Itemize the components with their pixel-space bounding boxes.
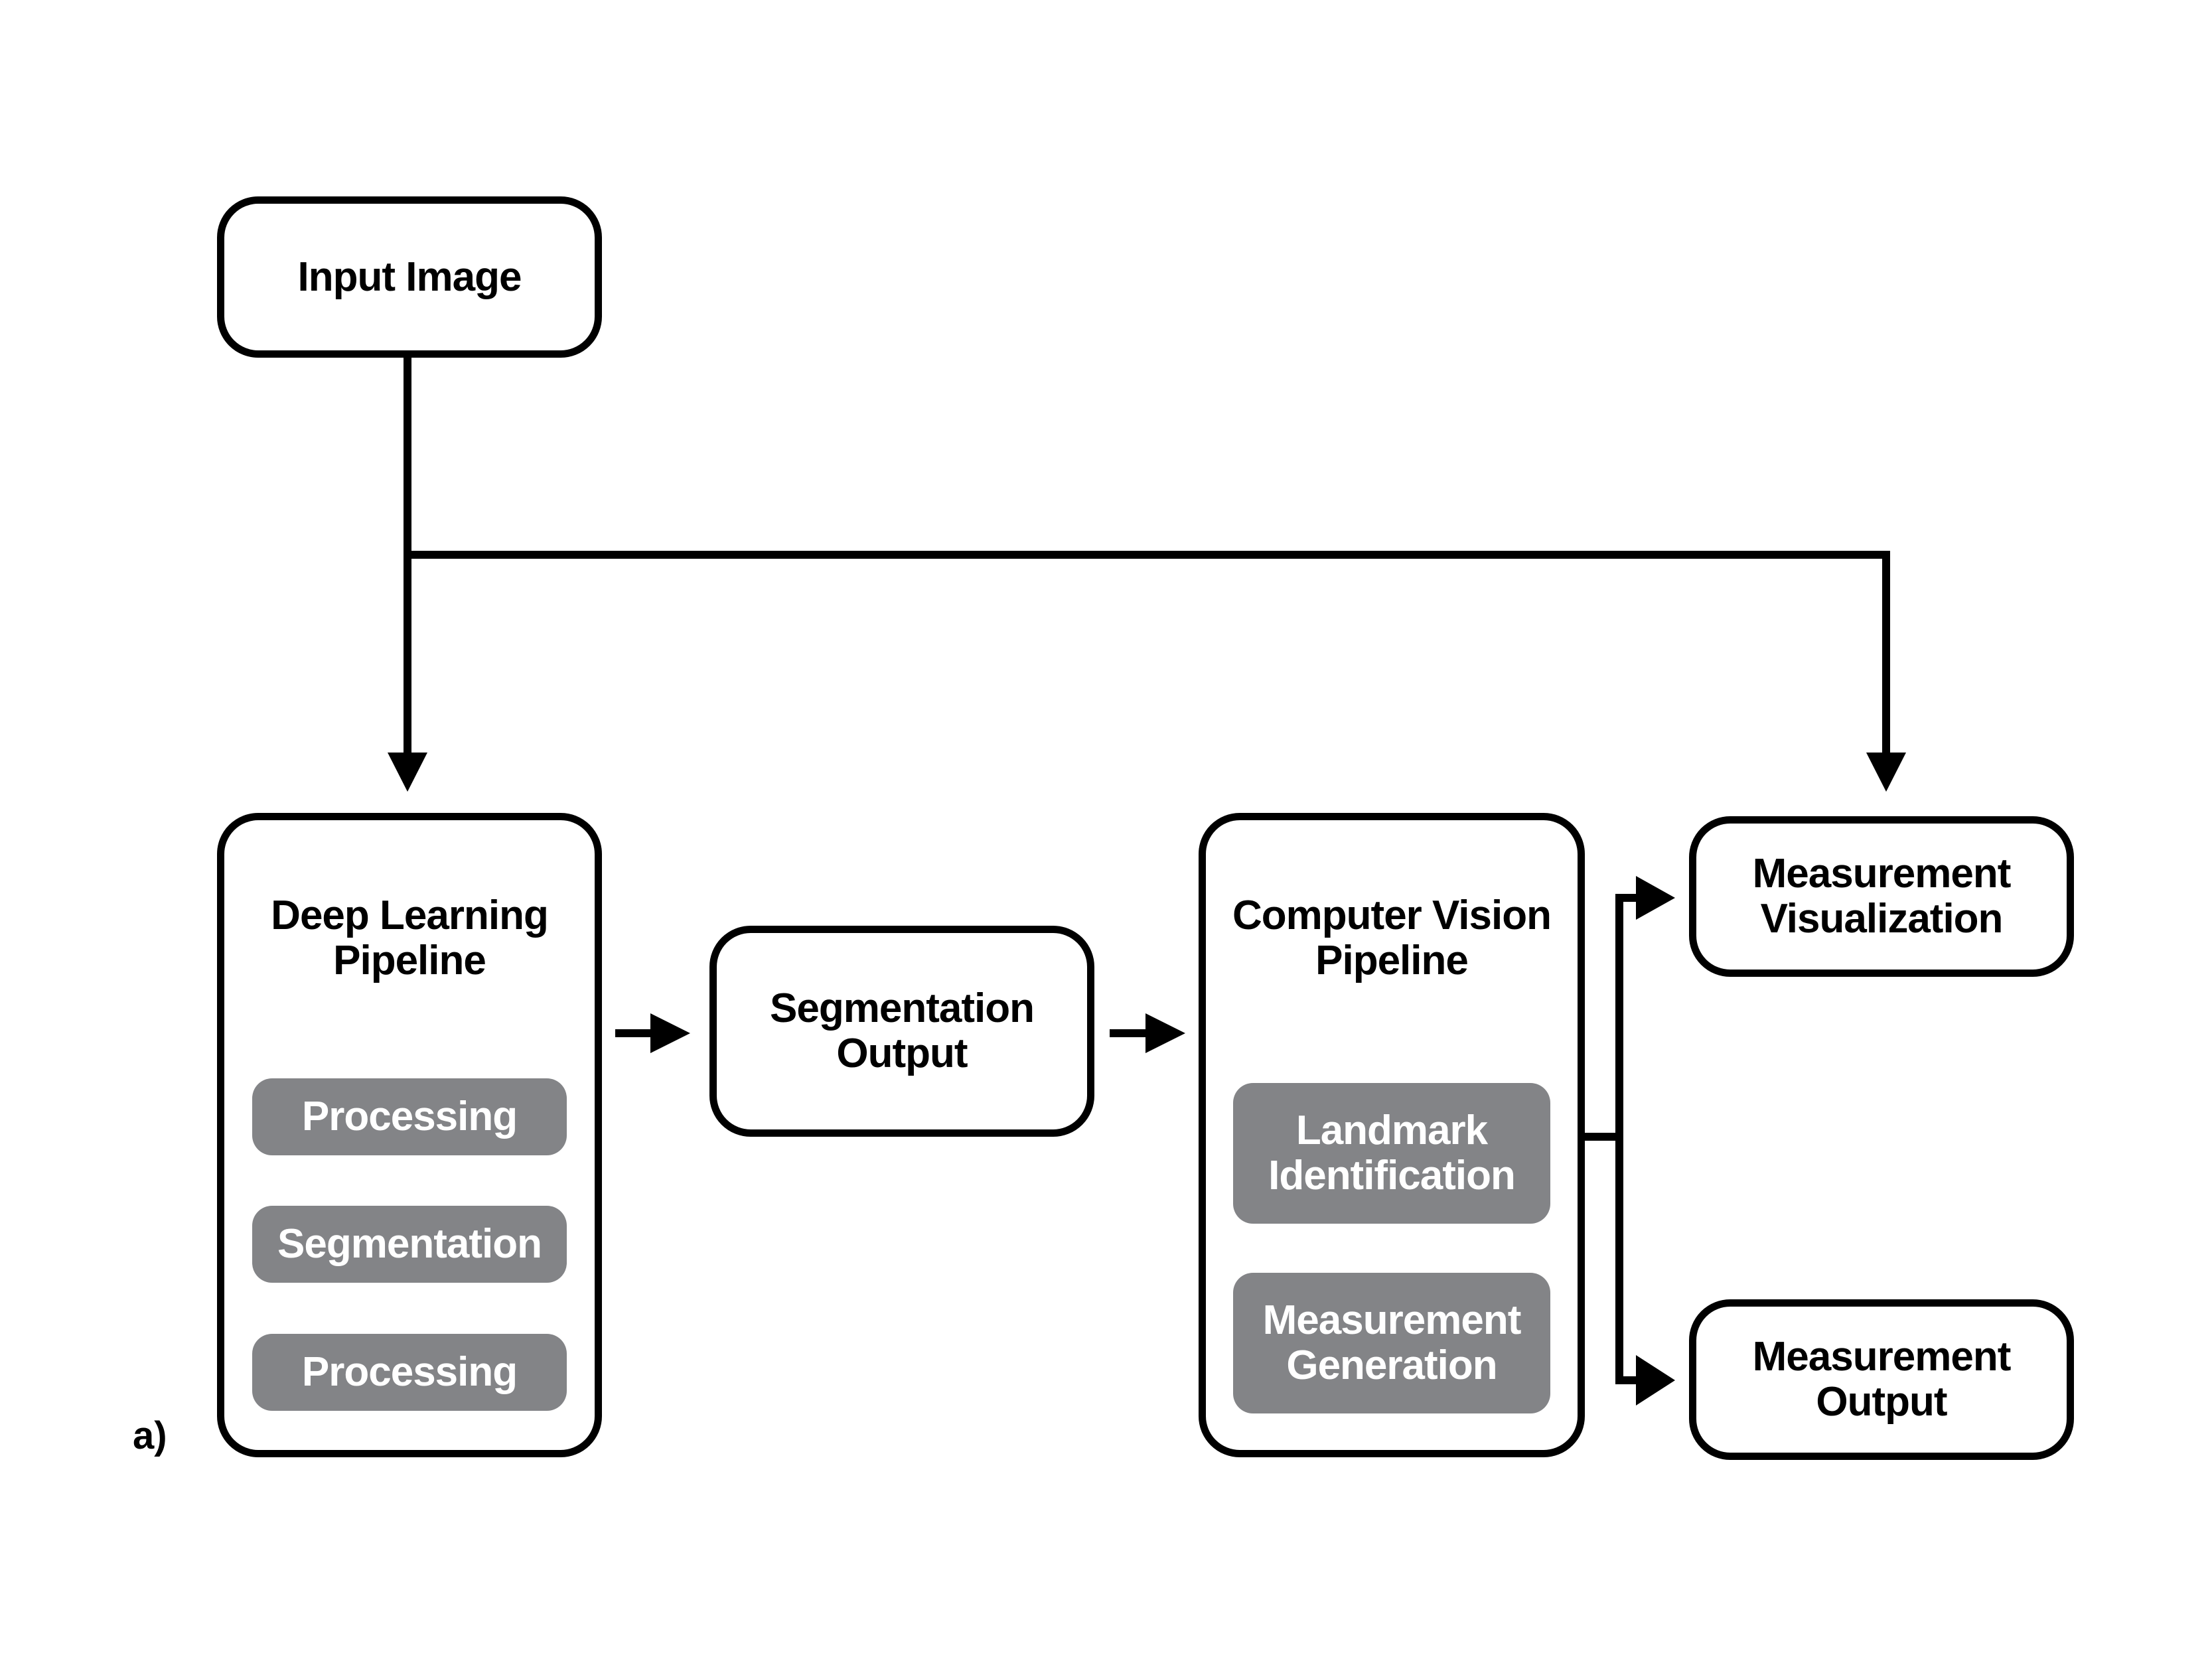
input-image-node: Input Image <box>217 196 602 358</box>
arrowhead-down-deep-learning <box>388 753 427 792</box>
arrowhead-right-output <box>1636 1355 1675 1406</box>
measurement-visualization-node: Measurement Visualization <box>1689 816 2074 977</box>
dl-step-processing-1: Processing <box>252 1078 567 1155</box>
dl-step-processing-2: Processing <box>252 1334 567 1411</box>
measurement-visualization-label: Measurement Visualization <box>1752 851 2012 942</box>
panel-label: a) <box>133 1414 167 1457</box>
computer-vision-pipeline-label: Computer Vision Pipeline <box>1232 893 1552 983</box>
deep-learning-pipeline-label: Deep Learning Pipeline <box>271 893 549 983</box>
cv-step-measurement-generation: Measurement Generation <box>1233 1273 1550 1413</box>
dl-step-segmentation: Segmentation <box>252 1206 567 1283</box>
arrowhead-right-visualization <box>1636 876 1675 920</box>
arrowhead-right-computer-vision <box>1145 1013 1185 1053</box>
segmentation-output-label: Segmentation Output <box>770 985 1035 1076</box>
cv-step-landmark-identification: Landmark Identification <box>1233 1083 1550 1224</box>
input-image-label: Input Image <box>297 253 522 300</box>
measurement-output-label: Measurement Output <box>1752 1334 2012 1425</box>
arrowhead-right-segmentation <box>650 1013 690 1053</box>
arrowhead-down-visualization <box>1866 753 1906 792</box>
measurement-output-node: Measurement Output <box>1689 1299 2074 1460</box>
segmentation-output-node: Segmentation Output <box>709 926 1094 1137</box>
